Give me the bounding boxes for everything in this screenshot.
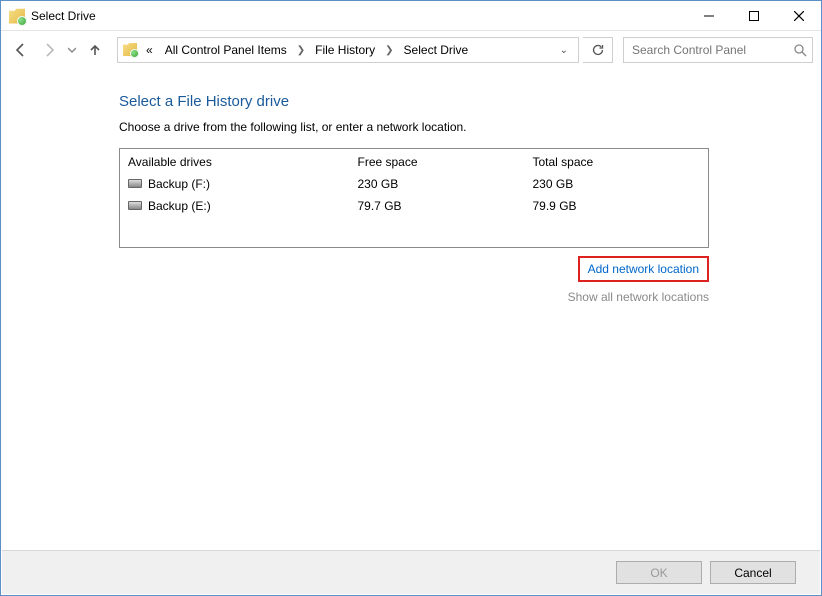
search-box[interactable] [623,37,813,63]
refresh-button[interactable] [583,37,613,63]
chevron-down-icon[interactable]: ⌄ [560,45,574,56]
page-heading: Select a File History drive [119,93,821,110]
up-button[interactable] [83,38,107,62]
ok-button[interactable]: OK [616,561,702,584]
minimize-button[interactable] [686,1,731,31]
breadcrumb-item[interactable]: Select Drive [400,41,473,59]
col-header-free[interactable]: Free space [350,149,525,173]
file-history-icon [9,8,25,24]
drives-table: Available drives Free space Total space … [119,148,709,248]
window-title: Select Drive [31,9,96,23]
drive-name: Backup (F:) [148,177,210,191]
drive-total: 230 GB [525,172,709,194]
drive-free: 79.7 GB [350,194,525,248]
main-content: Select a File History drive Choose a dri… [1,69,821,304]
maximize-button[interactable] [731,1,776,31]
breadcrumb-item[interactable]: All Control Panel Items [161,41,291,59]
add-network-location-link[interactable]: Add network location [588,262,699,276]
search-input[interactable] [630,42,789,58]
navigation-bar: « All Control Panel Items ❯ File History… [1,31,821,69]
drive-total: 79.9 GB [525,194,709,248]
chevron-right-icon: ❯ [383,45,395,56]
table-header-row: Available drives Free space Total space [120,149,709,173]
window-controls [686,1,821,31]
breadcrumb-prefix: « [142,41,157,59]
col-header-total[interactable]: Total space [525,149,709,173]
file-history-icon [122,41,138,60]
cancel-button[interactable]: Cancel [710,561,796,584]
breadcrumb-item[interactable]: File History [311,41,379,59]
drive-icon [128,201,142,210]
dialog-button-bar: OK Cancel [2,550,820,594]
titlebar: Select Drive [1,1,821,31]
col-header-drive[interactable]: Available drives [120,149,350,173]
drive-free: 230 GB [350,172,525,194]
back-button[interactable] [9,38,33,62]
search-icon[interactable] [789,44,812,57]
show-all-network-locations-link[interactable]: Show all network locations [119,290,709,304]
table-row[interactable]: Backup (E:) 79.7 GB 79.9 GB [120,194,709,248]
forward-button[interactable] [37,38,61,62]
address-bar[interactable]: « All Control Panel Items ❯ File History… [117,37,579,63]
links-area: Add network location Show all network lo… [119,256,709,304]
table-row[interactable]: Backup (F:) 230 GB 230 GB [120,172,709,194]
drive-name: Backup (E:) [148,199,211,213]
add-network-highlight: Add network location [578,256,709,282]
page-subtext: Choose a drive from the following list, … [119,120,821,134]
close-button[interactable] [776,1,821,31]
recent-dropdown-icon[interactable] [65,38,79,62]
chevron-right-icon: ❯ [295,45,307,56]
drive-icon [128,179,142,188]
